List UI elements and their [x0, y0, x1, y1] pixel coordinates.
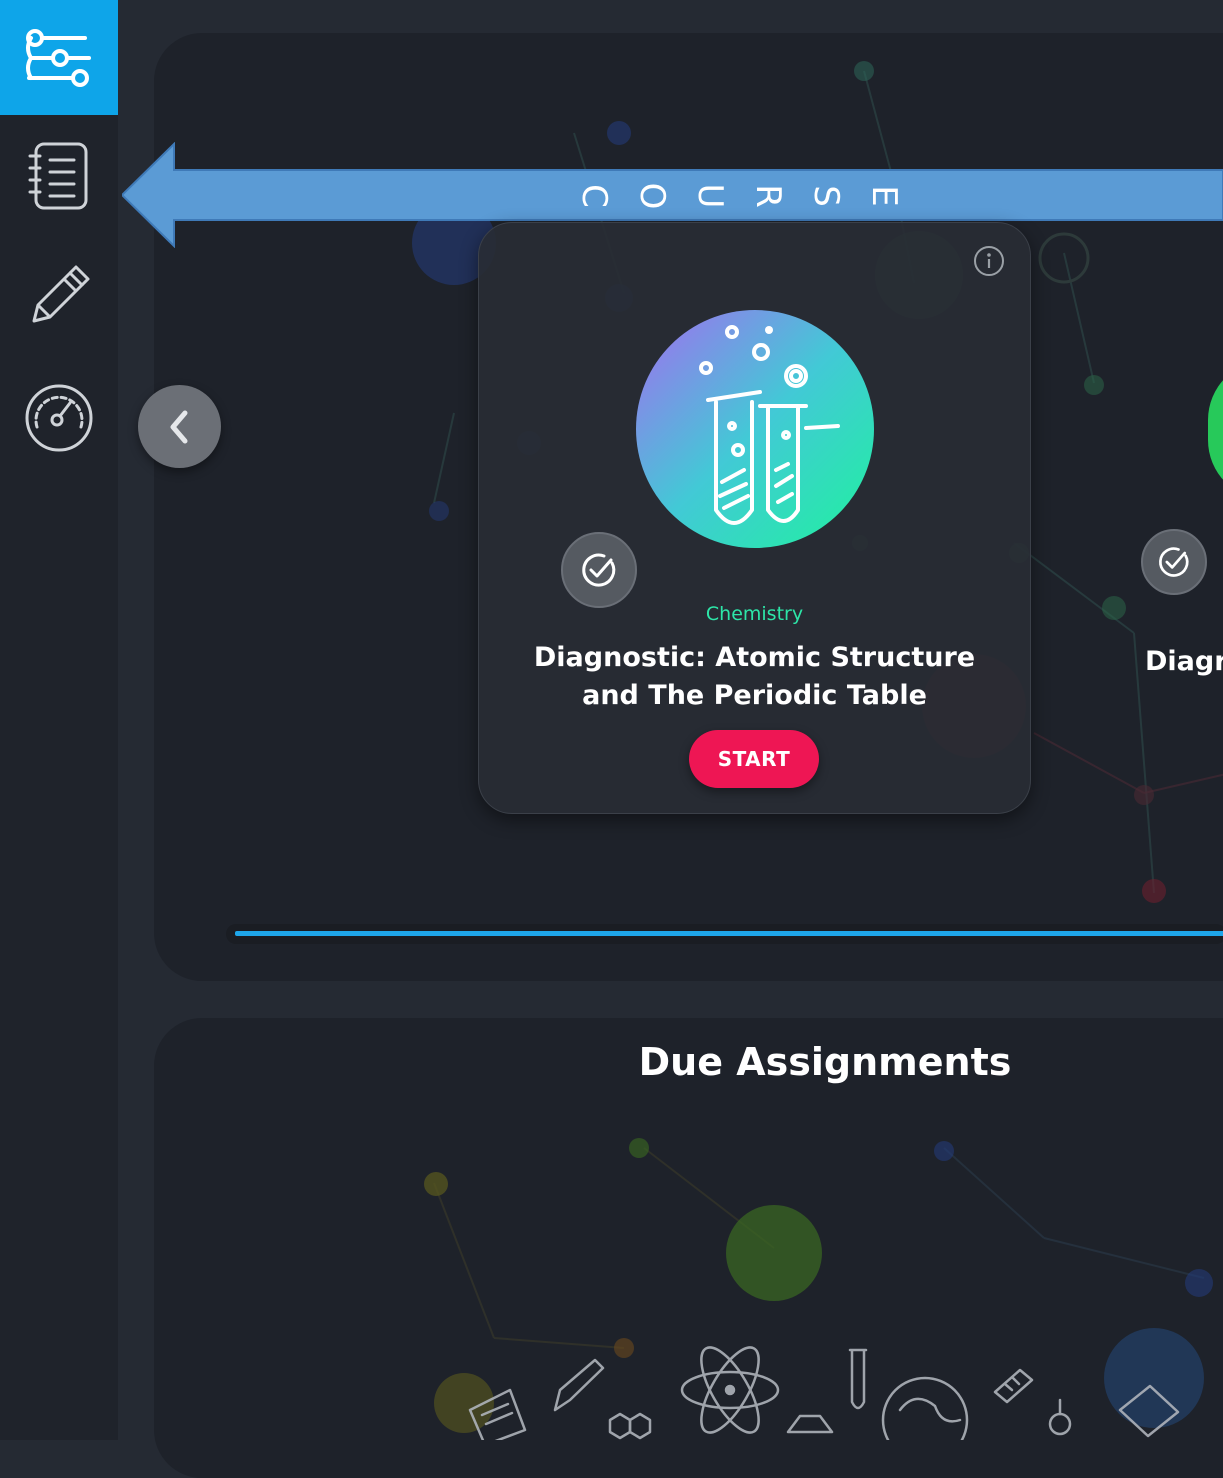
chemistry-course-image [636, 310, 874, 548]
arrow-letter: R [748, 184, 788, 208]
check-circle-icon [1159, 547, 1189, 577]
science-doodles [468, 1346, 1180, 1440]
arrow-letter: E [864, 185, 904, 207]
course-title: Diagnostic: Atomic Structure and The Per… [533, 642, 976, 711]
pencil-icon [32, 265, 90, 322]
carousel-scrollbar-thumb[interactable] [235, 931, 1223, 936]
carousel-prev-button[interactable] [138, 385, 221, 468]
chevron-left-icon [170, 410, 187, 443]
course-subject: Chemistry [705, 603, 804, 625]
sidebar [0, 0, 118, 1440]
course-card[interactable]: Chemistry Diagnostic: Atomic Structure a… [478, 222, 1031, 814]
completed-badge [561, 532, 637, 608]
filters-icon [26, 28, 91, 87]
next-course-title[interactable]: Diagr [1145, 646, 1223, 677]
due-assignments-title: Due Assignments [638, 1040, 1012, 1084]
start-button[interactable]: START [689, 730, 819, 788]
arrow-letter: S [806, 185, 846, 207]
arrow-letter: U [690, 183, 730, 209]
sidebar-item-gauge[interactable] [0, 360, 118, 475]
sidebar-item-pencil[interactable] [0, 238, 118, 353]
info-icon[interactable] [973, 245, 1005, 277]
check-circle-icon [582, 553, 616, 587]
sidebar-item-notebook[interactable] [0, 118, 118, 233]
course-arrow-label: C O U R S E [574, 178, 904, 214]
sidebar-item-filters[interactable] [0, 0, 118, 115]
arrow-letter: C [574, 184, 614, 208]
completed-badge [1141, 529, 1207, 595]
notebook-icon [28, 142, 88, 209]
arrow-letter: O [632, 182, 672, 210]
gauge-icon [25, 384, 93, 451]
